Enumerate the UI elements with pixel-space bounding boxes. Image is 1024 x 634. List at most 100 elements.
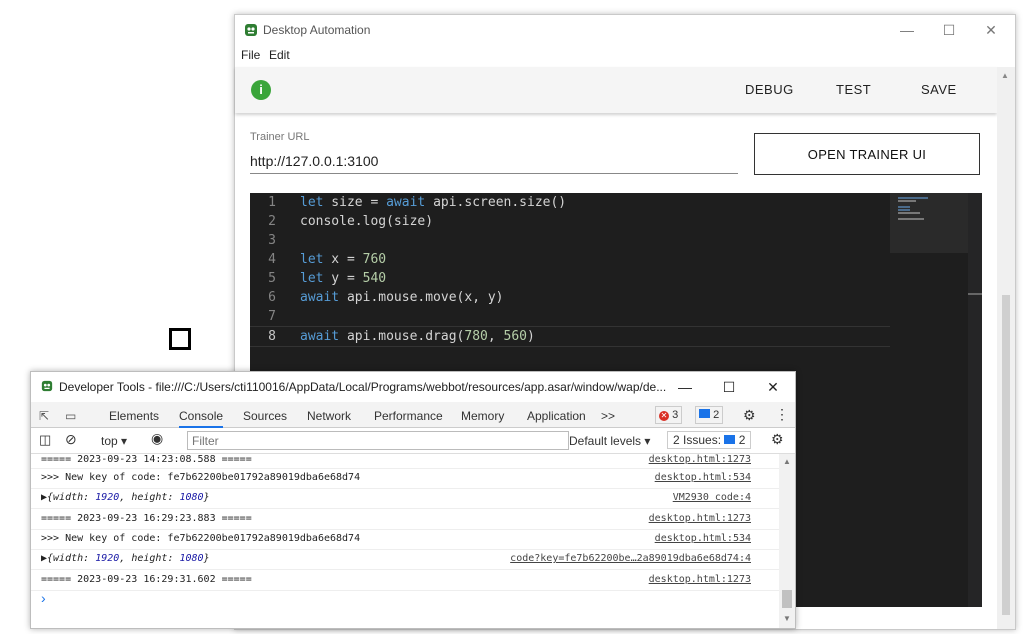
sidebar-toggle-icon[interactable]: ◫ [39,432,51,448]
console-object[interactable]: ▶{width: 1920, height: 1080} [41,492,210,503]
issues-button[interactable]: 2 Issues: 2 [667,431,752,449]
context-select[interactable]: top ▾ [101,434,127,448]
line-number: 5 [268,271,276,286]
log-levels-select[interactable]: Default levels ▾ [569,434,650,448]
line-number: 8 [268,329,276,344]
code-token: api.screen.size() [425,195,567,210]
console-row: ===== 2023-09-23 16:29:23.883 ===== desk… [31,509,779,530]
app-title: Desktop Automation [263,23,371,37]
menu-edit[interactable]: Edit [269,48,290,62]
console-source-link[interactable]: code?key=fe7b62200be…2a89019dba6e68d74:4 [510,553,751,564]
device-toolbar-icon[interactable]: ▭ [65,409,76,423]
object-text: , height: [119,553,180,564]
log-levels-value: Default levels [569,434,642,448]
code-token: await [300,290,340,305]
object-text: , height: [119,492,180,503]
console-row: >>> New key of code: fe7b62200be01792a89… [31,529,779,550]
debug-button[interactable]: DEBUG [745,82,794,97]
clear-console-icon[interactable]: ⊘ [65,431,77,448]
close-button[interactable]: ✕ [977,19,1005,41]
console-source-link[interactable]: desktop.html:534 [655,533,751,544]
object-value: 1080 [179,553,204,564]
line-number: 7 [268,309,276,324]
code-token: 760 [362,252,387,267]
tab-sources[interactable]: Sources [243,409,287,423]
code-line: 3 [250,231,890,250]
code-token: api.mouse.move(x, y) [339,290,504,305]
console-prompt[interactable]: › [41,590,46,606]
console-source-link[interactable]: desktop.html:1273 [649,574,751,585]
menubar: File Edit [235,45,1015,67]
devtools-title: Developer Tools - file:///C:/Users/cti11… [59,380,667,394]
console-source-link[interactable]: desktop.html:534 [655,472,751,483]
devtools-minimize-button[interactable]: — [671,376,699,398]
console-scroll-up-icon[interactable]: ▲ [783,457,791,466]
test-button[interactable]: TEST [836,82,871,97]
object-text: ▶{width: [41,553,96,564]
settings-gear-icon[interactable]: ⚙ [743,407,756,424]
more-tabs-button[interactable]: >> [601,409,615,423]
menu-file[interactable]: File [241,48,260,62]
code-token: let [300,271,324,286]
console-message: >>> New key of code: fe7b62200be01792a89… [41,533,361,544]
messages-badge[interactable]: 2 [695,406,724,424]
console-message: >>> New key of code: fe7b62200be01792a89… [41,472,361,483]
devtools-close-button[interactable]: ✕ [759,376,787,398]
editor-scrollbar[interactable] [968,193,982,607]
console-scrollbar-thumb[interactable] [782,590,792,608]
console-source-link[interactable]: desktop.html:1273 [649,454,751,465]
code-token: let [300,195,324,210]
console-source-link[interactable]: VM2930 code:4 [673,492,751,503]
info-icon[interactable]: i [251,80,271,100]
minimap-preview [898,197,928,220]
scroll-up-icon[interactable]: ▲ [1001,71,1009,80]
maximize-button[interactable]: ☐ [935,19,963,41]
console-scrollbar[interactable]: ▲ ▼ [779,454,795,628]
console-filter-input[interactable] [187,431,569,450]
devtools-tabs: ⇱ ▭ Elements Console Sources Network Per… [31,402,795,428]
errors-badge[interactable]: ✕ 3 [655,406,683,424]
code-token: , [487,329,504,344]
code-line: 5 let y = 540 [250,269,890,288]
trainer-url-input[interactable] [250,149,738,174]
code-line: 6 await api.mouse.move(x, y) [250,288,890,307]
code-token: x = [323,252,363,267]
tab-performance[interactable]: Performance [374,409,443,423]
console-message: ===== 2023-09-23 16:29:31.602 ===== [41,574,252,585]
inspect-element-icon[interactable]: ⇱ [39,409,49,423]
console-source-link[interactable]: desktop.html:1273 [649,513,751,524]
code-token: 560 [503,329,527,344]
more-options-icon[interactable]: ⋮ [775,406,789,423]
minimize-button[interactable]: — [893,19,921,41]
context-value: top [101,434,118,448]
code-token: y = [323,271,363,286]
console-object[interactable]: ▶{width: 1920, height: 1080} [41,553,210,564]
editor-minimap[interactable] [890,193,968,253]
app-scrollbar[interactable]: ▲ [997,67,1015,629]
tab-console[interactable]: Console [179,409,224,428]
open-trainer-button[interactable]: OPEN TRAINER UI [754,133,980,175]
code-token: ) [527,329,535,344]
code-token: let [300,252,324,267]
tab-memory[interactable]: Memory [461,409,504,423]
object-value: 1080 [179,492,204,503]
devtools-maximize-button[interactable]: ☐ [715,376,743,398]
object-text: } [203,492,210,503]
tab-network[interactable]: Network [307,409,351,423]
line-number: 4 [268,252,276,267]
scrollbar-thumb[interactable] [1002,295,1010,615]
messages-count: 2 [713,409,720,421]
tab-application[interactable]: Application [527,409,586,423]
code-token: size = [323,195,387,210]
save-button[interactable]: SAVE [921,82,957,97]
code-token: 540 [362,271,387,286]
object-value: 1920 [95,492,120,503]
live-expression-eye-icon[interactable]: ◉ [151,430,163,447]
app-logo-icon [245,24,257,36]
tab-elements[interactable]: Elements [109,409,159,423]
editor-scroll-marker [968,293,982,295]
code-token: api.mouse.drag( [339,329,465,344]
console-settings-gear-icon[interactable]: ⚙ [771,431,784,448]
console-scroll-down-icon[interactable]: ▼ [783,614,791,623]
trainer-url-label: Trainer URL [250,131,310,143]
